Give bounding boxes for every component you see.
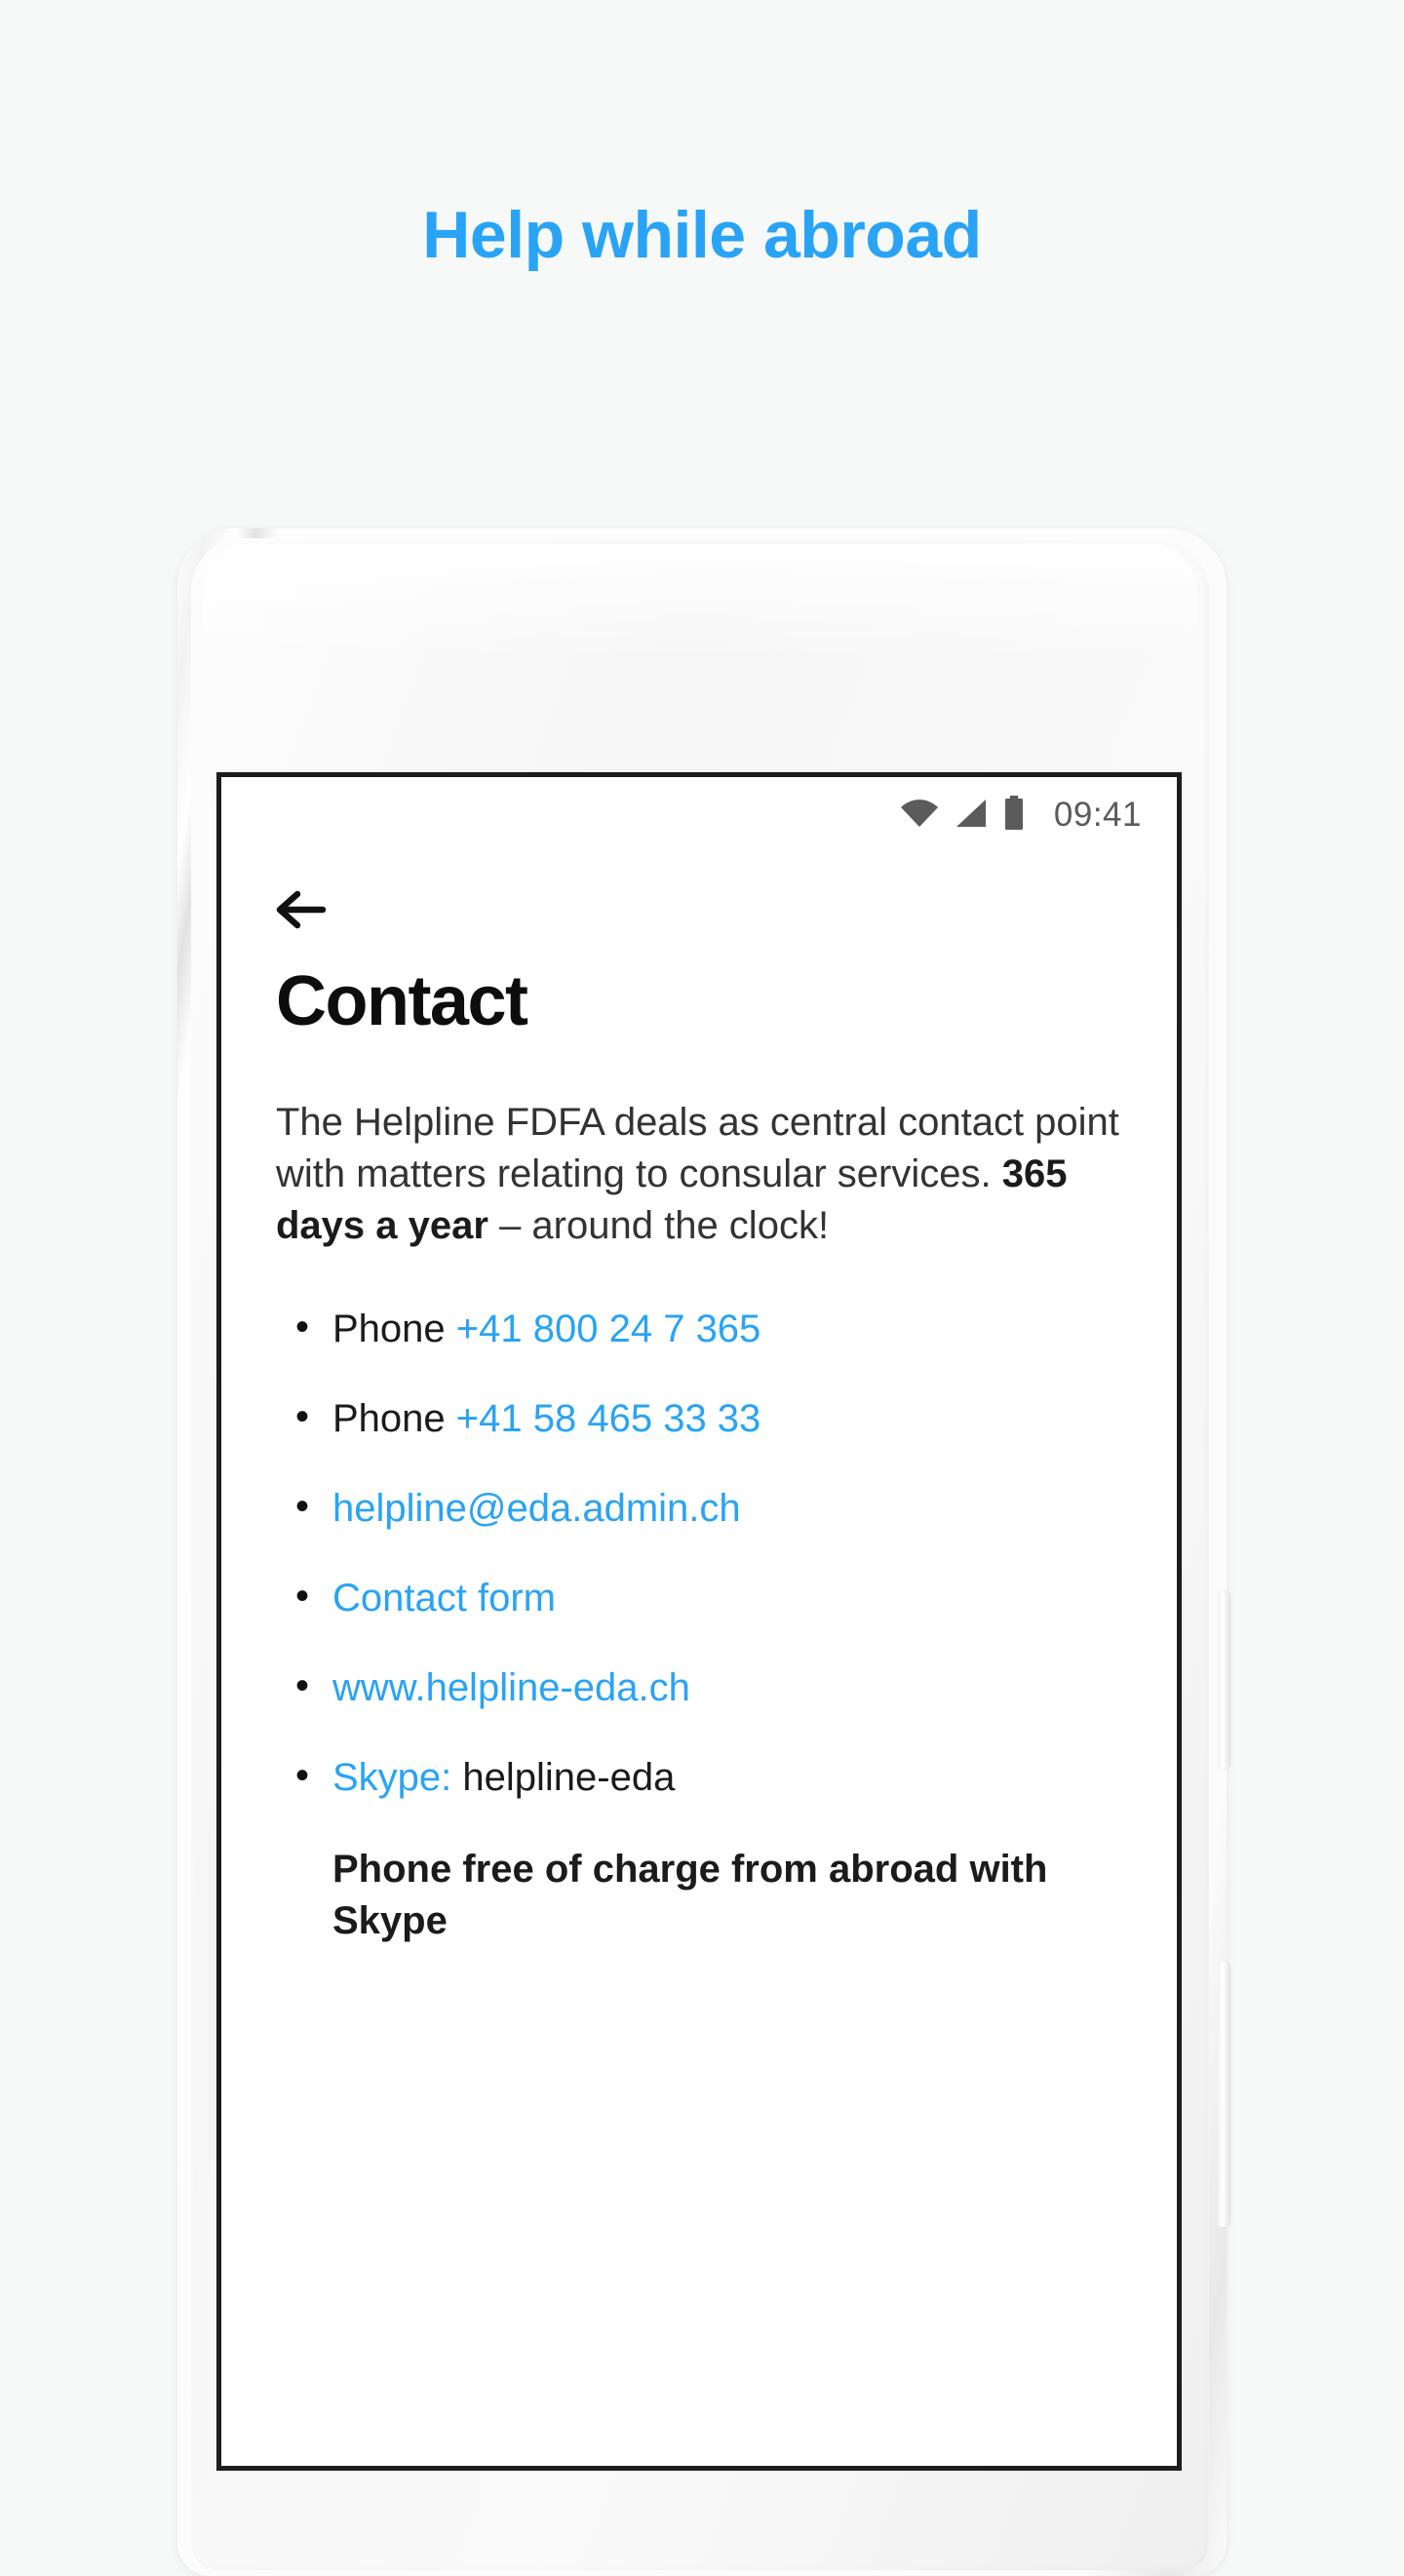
intro-text-part2: – around the clock!: [488, 1204, 830, 1248]
phone-screen: 09:41 Contact The Helpline FDFA deals as…: [216, 772, 1182, 2471]
back-arrow-icon[interactable]: [276, 880, 334, 939]
list-item[interactable]: Contact form: [295, 1573, 1122, 1621]
contact-label[interactable]: Skype:: [332, 1756, 451, 1799]
list-item[interactable]: helpline@eda.admin.ch: [295, 1483, 1122, 1532]
contact-value[interactable]: +41 58 465 33 33: [456, 1397, 761, 1440]
wifi-icon: [900, 798, 939, 834]
contact-value[interactable]: helpline@eda.admin.ch: [332, 1487, 741, 1530]
skype-note: Phone free of charge from abroad with Sk…: [332, 1847, 1048, 1942]
phone-mockup: 09:41 Contact The Helpline FDFA deals as…: [177, 528, 1229, 2576]
battery-full-icon: [1003, 795, 1025, 836]
contact-value[interactable]: +41 800 24 7 365: [456, 1308, 761, 1350]
promo-headline: Help while abroad: [422, 198, 982, 272]
status-clock: 09:41: [1053, 796, 1142, 834]
cellular-signal-icon: [955, 798, 988, 834]
contact-value: helpline-eda: [451, 1755, 676, 1799]
list-item[interactable]: www.helpline-eda.ch: [295, 1662, 1122, 1711]
app-content: Contact The Helpline FDFA deals as centr…: [221, 853, 1177, 2466]
volume-button[interactable]: [1218, 1962, 1229, 2227]
status-bar: 09:41: [221, 777, 1177, 853]
power-button[interactable]: [1218, 1591, 1229, 1769]
contact-label: Phone: [332, 1396, 456, 1440]
contact-list: Phone +41 800 24 7 365Phone +41 58 465 3…: [276, 1304, 1122, 1801]
page-title: Contact: [276, 962, 528, 1040]
list-item[interactable]: Phone +41 58 465 33 33: [295, 1393, 1122, 1442]
contact-value[interactable]: Contact form: [332, 1577, 556, 1620]
list-item[interactable]: Skype: helpline-eda: [295, 1752, 1122, 1801]
list-item[interactable]: Phone +41 800 24 7 365: [295, 1304, 1122, 1352]
intro-paragraph: The Helpline FDFA deals as central conta…: [276, 1097, 1122, 1253]
contact-label: Phone: [332, 1307, 456, 1350]
intro-text-part1: The Helpline FDFA deals as central conta…: [276, 1101, 1119, 1196]
contact-value[interactable]: www.helpline-eda.ch: [332, 1666, 690, 1709]
